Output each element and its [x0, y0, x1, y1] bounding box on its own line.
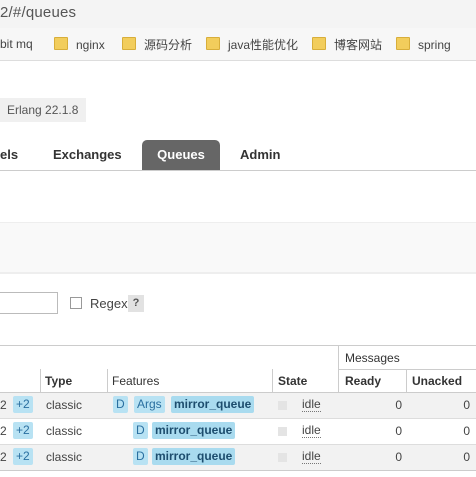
erlang-version: Erlang 22.1.8: [0, 98, 87, 122]
node-name: 2: [0, 424, 7, 438]
state-text: idle: [302, 449, 321, 464]
node-name: 2: [0, 450, 7, 464]
regex-label: Regex: [90, 296, 128, 311]
state-indicator-icon: [278, 401, 287, 410]
tab-admin[interactable]: Admin: [240, 140, 280, 170]
ready-count: 0: [395, 398, 402, 412]
bookmark-java-performance[interactable]: java性能优化: [206, 36, 298, 52]
folder-icon: [396, 37, 410, 50]
queue-type: classic: [46, 398, 83, 412]
state-text: idle: [302, 397, 321, 412]
column-header-state[interactable]: State: [278, 374, 307, 388]
unacked-count: 0: [463, 398, 470, 412]
divider: [0, 345, 476, 346]
main-tabs: els Exchanges Queues Admin: [0, 140, 476, 171]
table-row[interactable]: 2 +2 classic D mirror_queue idle 0 0: [0, 419, 476, 444]
table-row[interactable]: 2 +2 classic D Args mirror_queue idle 0 …: [0, 393, 476, 418]
mirror-count-badge[interactable]: +2: [13, 448, 33, 465]
state-indicator-icon: [278, 427, 287, 436]
address-text[interactable]: 2/#/queues: [0, 4, 76, 21]
queue-type: classic: [46, 424, 83, 438]
state-cell: idle: [272, 419, 338, 444]
column-header-features[interactable]: Features: [112, 374, 159, 388]
bookmark-label: 博客网站: [334, 38, 383, 52]
folder-icon: [54, 37, 68, 50]
bookmark-label: spring: [418, 38, 451, 52]
folder-icon: [122, 37, 136, 50]
state-text: idle: [302, 423, 321, 438]
mirror-count-badge[interactable]: +2: [13, 396, 33, 413]
ready-count: 0: [395, 424, 402, 438]
policy-badge[interactable]: mirror_queue: [152, 422, 236, 439]
feature-durable-badge: D: [133, 448, 148, 465]
column-header-unacked[interactable]: Unacked: [412, 374, 462, 388]
bookmark-label: 源码分析: [144, 38, 193, 52]
section-band: [0, 222, 476, 273]
mirror-count-badge[interactable]: +2: [13, 422, 33, 439]
table-row[interactable]: 2 +2 classic D mirror_queue idle 0 0: [0, 445, 476, 470]
folder-icon: [206, 37, 220, 50]
divider: [0, 272, 476, 274]
bookmark-label: java性能优化: [228, 38, 299, 52]
state-cell: idle: [272, 445, 338, 470]
bookmarks-bar: bit mq nginx 源码分析 java性能优化 博客网站 spring: [0, 28, 476, 61]
column-header-ready[interactable]: Ready: [345, 374, 381, 388]
filter-input[interactable]: [0, 292, 58, 314]
tab-channels[interactable]: els: [0, 140, 18, 170]
ready-count: 0: [395, 450, 402, 464]
divider: [338, 369, 476, 370]
feature-args-badge[interactable]: Args: [134, 396, 165, 413]
help-button[interactable]: ?: [128, 295, 144, 312]
feature-durable-badge: D: [133, 422, 148, 439]
regex-checkbox[interactable]: [70, 297, 82, 309]
state-cell: idle: [272, 393, 338, 418]
bookmark-label: nginx: [76, 38, 105, 52]
queue-type: classic: [46, 450, 83, 464]
unacked-count: 0: [463, 424, 470, 438]
policy-badge[interactable]: mirror_queue: [152, 448, 236, 465]
folder-icon: [312, 37, 326, 50]
feature-durable-badge: D: [113, 396, 128, 413]
unacked-count: 0: [463, 450, 470, 464]
bookmark-label: bit mq: [0, 37, 33, 51]
bookmark-source-analysis[interactable]: 源码分析: [122, 36, 192, 52]
address-bar[interactable]: 2/#/queues: [0, 0, 476, 28]
messages-group-header: Messages: [345, 351, 400, 365]
policy-badge[interactable]: mirror_queue: [171, 396, 255, 413]
tab-queues[interactable]: Queues: [142, 140, 220, 170]
divider: [0, 470, 476, 471]
node-name: 2: [0, 398, 7, 412]
bookmark-blog-sites[interactable]: 博客网站: [312, 36, 382, 52]
bookmark-nginx[interactable]: nginx: [54, 36, 105, 52]
tab-exchanges[interactable]: Exchanges: [53, 140, 122, 170]
state-indicator-icon: [278, 453, 287, 462]
column-header-type[interactable]: Type: [45, 374, 72, 388]
bookmark-rabbitmq[interactable]: bit mq: [0, 36, 33, 52]
rabbitmq-queues-page: 2/#/queues bit mq nginx 源码分析 java性能优化 博客…: [0, 0, 476, 477]
bookmark-spring[interactable]: spring: [396, 36, 451, 52]
